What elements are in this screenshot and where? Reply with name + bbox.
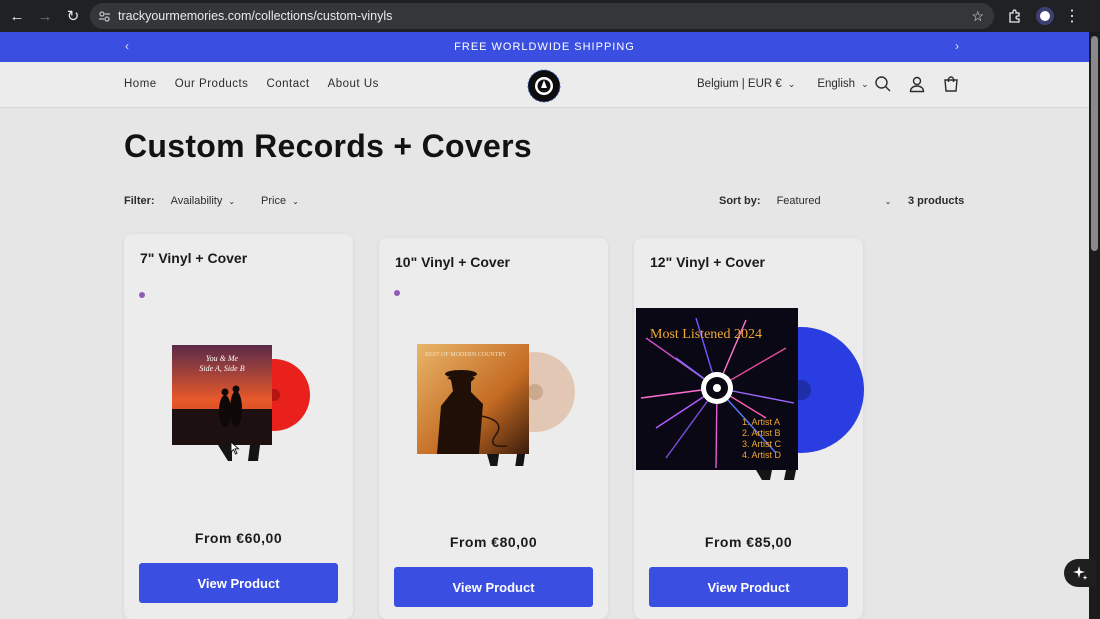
svg-text:Most Listened 2024: Most Listened 2024 <box>650 327 762 342</box>
svg-text:1. Artist A: 1. Artist A <box>742 417 780 427</box>
site-logo[interactable] <box>525 68 563 104</box>
scrollbar[interactable] <box>1089 32 1100 619</box>
sparkle-assistant-button[interactable] <box>1064 559 1096 587</box>
product-card[interactable]: 12" Vinyl + Cover Most Listened 2024 1. … <box>634 238 864 619</box>
profile-avatar[interactable] <box>1036 7 1054 25</box>
announcement-text: FREE WORLDWIDE SHIPPING <box>454 41 635 53</box>
color-swatch <box>394 290 400 296</box>
chevron-down-icon: ⌄ <box>861 79 869 89</box>
filter-price[interactable]: Price ⌄ <box>261 195 299 207</box>
color-swatch <box>139 292 145 298</box>
filter-availability-label: Availability <box>170 195 223 207</box>
svg-text:Side A, Side B: Side A, Side B <box>199 364 244 373</box>
announcement-bar: ‹ FREE WORLDWIDE SHIPPING › <box>0 32 1089 62</box>
svg-text:3. Artist C: 3. Artist C <box>742 439 782 449</box>
address-bar[interactable]: trackyourmemories.com/collections/custom… <box>90 3 994 29</box>
browser-toolbar: ← → ↻ trackyourmemories.com/collections/… <box>0 0 1100 32</box>
search-icon[interactable] <box>873 74 893 94</box>
filter-availability[interactable]: Availability ⌄ <box>171 195 235 207</box>
chevron-down-icon[interactable]: ⌄ <box>885 197 892 206</box>
chevron-left-icon[interactable]: ‹ <box>125 39 130 53</box>
product-price: From €60,00 <box>194 530 283 546</box>
country-label: Belgium | EUR € <box>697 78 782 90</box>
language-label: English <box>817 78 856 90</box>
product-price: From €80,00 <box>449 534 538 550</box>
product-image[interactable]: Most Listened 2024 1. Artist A 2. Artist… <box>636 308 864 480</box>
view-product-button[interactable]: View Product <box>649 567 848 607</box>
nav-home[interactable]: Home <box>124 78 157 90</box>
cart-icon[interactable] <box>941 74 961 94</box>
svg-text:4. Artist D: 4. Artist D <box>742 450 782 460</box>
sort-value: Featured <box>776 195 821 207</box>
nav-about-us[interactable]: About Us <box>328 78 379 90</box>
forward-icon[interactable]: → <box>31 2 59 30</box>
locale-selectors: Belgium | EUR € ⌄ English ⌄ <box>697 78 869 90</box>
site-info-icon[interactable] <box>90 10 118 23</box>
site-header: Home Our Products Contact About Us Belgi… <box>0 62 1089 108</box>
filter-label: Filter: <box>124 195 155 207</box>
product-card[interactable]: 10" Vinyl + Cover BEST OF MODERN COUNTRY… <box>379 238 608 619</box>
sort-label: Sort by: <box>719 195 761 207</box>
product-price: From €85,00 <box>704 534 793 550</box>
filter-bar: Filter: Availability ⌄ Price ⌄ <box>124 195 325 207</box>
product-title[interactable]: 12" Vinyl + Cover <box>650 254 765 270</box>
header-icons <box>873 74 961 94</box>
back-icon[interactable]: ← <box>3 2 31 30</box>
product-image[interactable]: You & Me Side A, Side B <box>170 339 315 464</box>
sort-bar: Sort by: Featured ⌄ <box>719 195 891 207</box>
main-menu: Home Our Products Contact About Us <box>124 78 379 90</box>
chevron-right-icon[interactable]: › <box>955 39 960 53</box>
nav-contact[interactable]: Contact <box>266 78 309 90</box>
product-title[interactable]: 7" Vinyl + Cover <box>140 250 247 266</box>
country-selector[interactable]: Belgium | EUR € ⌄ <box>697 78 795 90</box>
product-count: 3 products <box>908 195 965 207</box>
product-image[interactable]: BEST OF MODERN COUNTRY <box>417 336 577 468</box>
product-title[interactable]: 10" Vinyl + Cover <box>395 254 510 270</box>
svg-text:You & Me: You & Me <box>206 354 239 363</box>
svg-text:2. Artist B: 2. Artist B <box>742 428 781 438</box>
extensions-icon[interactable] <box>1000 2 1028 30</box>
svg-text:BEST OF MODERN COUNTRY: BEST OF MODERN COUNTRY <box>425 352 507 358</box>
star-icon[interactable]: ☆ <box>971 8 984 25</box>
sort-select[interactable]: Featured <box>777 195 887 207</box>
mouse-cursor-icon <box>230 441 240 455</box>
chevron-down-icon: ⌄ <box>292 197 299 206</box>
page-title: Custom Records + Covers <box>124 128 532 164</box>
url-text[interactable]: trackyourmemories.com/collections/custom… <box>118 9 392 23</box>
reload-icon[interactable]: ↻ <box>59 2 87 30</box>
page: ‹ FREE WORLDWIDE SHIPPING › Home Our Pro… <box>0 32 1089 619</box>
account-icon[interactable] <box>907 74 927 94</box>
sparkle-icon <box>1073 566 1088 580</box>
chevron-down-icon: ⌄ <box>228 197 236 206</box>
product-card[interactable]: 7" Vinyl + Cover You & Me Side A, Side B… <box>124 234 353 619</box>
filter-price-label: Price <box>261 195 287 207</box>
chevron-down-icon: ⌄ <box>787 79 796 89</box>
scrollbar-thumb[interactable] <box>1091 36 1098 251</box>
language-selector[interactable]: English ⌄ <box>817 78 868 90</box>
view-product-button[interactable]: View Product <box>394 567 593 607</box>
more-menu-icon[interactable]: ⋮ <box>1062 6 1082 26</box>
nav-our-products[interactable]: Our Products <box>175 78 249 90</box>
view-product-button[interactable]: View Product <box>139 563 338 603</box>
